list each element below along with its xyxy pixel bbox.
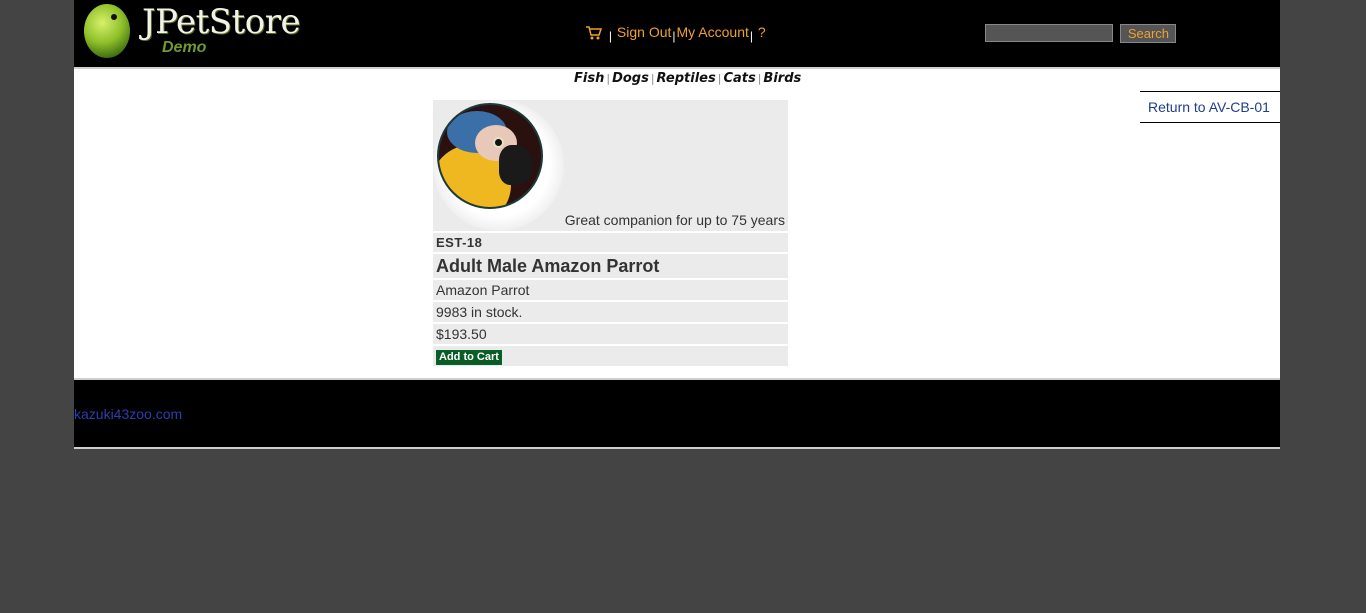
search-button[interactable]: Search (1120, 24, 1177, 43)
header: JPetStore Demo | Sign Out|My Account| ? … (74, 0, 1280, 69)
item-product: Amazon Parrot (433, 280, 788, 300)
quicklink-cats[interactable]: Cats (723, 71, 755, 86)
menu-separator: | (608, 29, 613, 43)
sign-out-link[interactable]: Sign Out (617, 24, 671, 40)
add-to-cart-cell: Add to Cart (433, 346, 788, 366)
item-image-cell: Great companion for up to 75 years (433, 100, 788, 231)
my-account-link[interactable]: My Account (677, 24, 749, 40)
add-to-cart-button[interactable]: Add to Cart (436, 350, 502, 365)
item-price: $193.50 (433, 324, 788, 344)
quicklinks-nav: Fish | Dogs | Reptiles | Cats | Birds (574, 71, 802, 86)
logo-title: JPetStore (142, 2, 301, 42)
help-link[interactable]: ? (758, 24, 766, 40)
item-name: Adult Male Amazon Parrot (433, 254, 788, 278)
quicklink-fish[interactable]: Fish (574, 71, 604, 86)
item-table: Great companion for up to 75 years EST-1… (433, 100, 788, 368)
header-menu: | Sign Out|My Account| ? (586, 24, 766, 43)
search-input[interactable] (985, 24, 1113, 42)
logo[interactable]: JPetStore Demo (82, 2, 301, 60)
quicklink-birds[interactable]: Birds (763, 71, 801, 86)
item-stock: 9983 in stock. (433, 302, 788, 322)
menu-separator: | (749, 29, 754, 43)
amazon-parrot-image (437, 103, 543, 209)
logo-subtitle: Demo (162, 39, 207, 56)
back-link-box: Return to AV-CB-01 (1140, 91, 1280, 123)
parrot-logo-icon (84, 4, 130, 58)
return-link[interactable]: Return to AV-CB-01 (1140, 92, 1280, 122)
main-content: Fish | Dogs | Reptiles | Cats | Birds Return to … (74, 69, 1280, 380)
cart-icon (586, 26, 602, 40)
quicklink-reptiles[interactable]: Reptiles (657, 71, 716, 86)
footer: kazuki43zoo.com (74, 380, 1280, 449)
cart-link[interactable] (586, 24, 608, 40)
item-description: Great companion for up to 75 years (564, 212, 785, 228)
footer-link[interactable]: kazuki43zoo.com (74, 406, 182, 422)
menu-separator: | (672, 29, 676, 43)
item-id: EST-18 (433, 233, 788, 252)
search-form: Search (985, 24, 1177, 43)
quicklink-dogs[interactable]: Dogs (612, 71, 649, 86)
page-wrapper: JPetStore Demo | Sign Out|My Account| ? … (74, 0, 1280, 449)
